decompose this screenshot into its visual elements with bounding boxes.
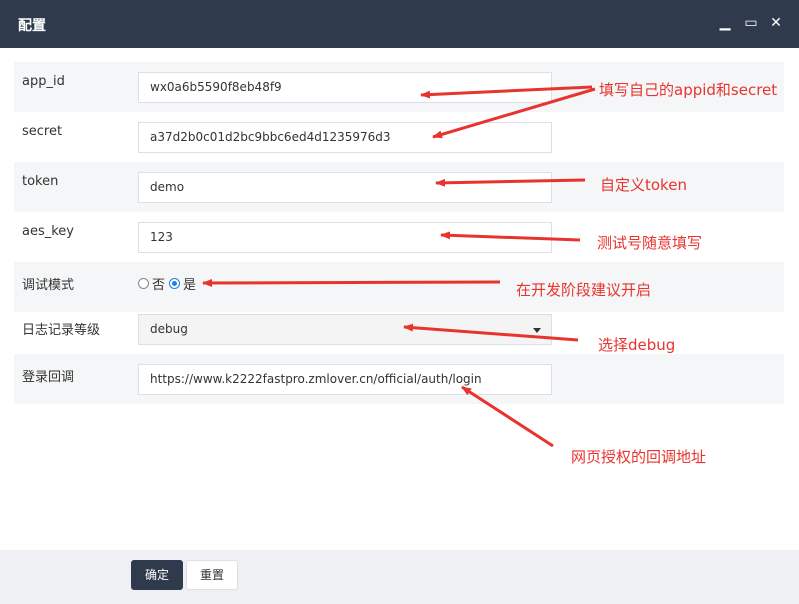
confirm-button[interactable]: 确定 — [131, 560, 183, 590]
arrow-to-secret — [432, 87, 596, 139]
annotation-token: 自定义token — [600, 176, 687, 194]
annotation-callback: 网页授权的回调地址 — [571, 448, 707, 466]
arrow-to-token — [435, 178, 586, 187]
arrow-to-login-callback — [461, 385, 554, 448]
arrow-to-log-level — [403, 323, 579, 342]
arrow-to-app-id — [420, 85, 593, 99]
arrow-to-debug-mode — [202, 278, 501, 287]
annotation-aes-key: 测试号随意填写 — [597, 234, 703, 252]
annotation-appid-secret: 填写自己的appid和secret — [599, 81, 778, 99]
annotation-debug-mode: 在开发阶段建议开启 — [516, 281, 652, 299]
reset-button[interactable]: 重置 — [186, 560, 238, 590]
annotation-log-level: 选择debug — [598, 336, 676, 354]
dialog-footer: 确定 重置 — [0, 550, 799, 604]
arrow-to-aes-key — [440, 231, 581, 242]
